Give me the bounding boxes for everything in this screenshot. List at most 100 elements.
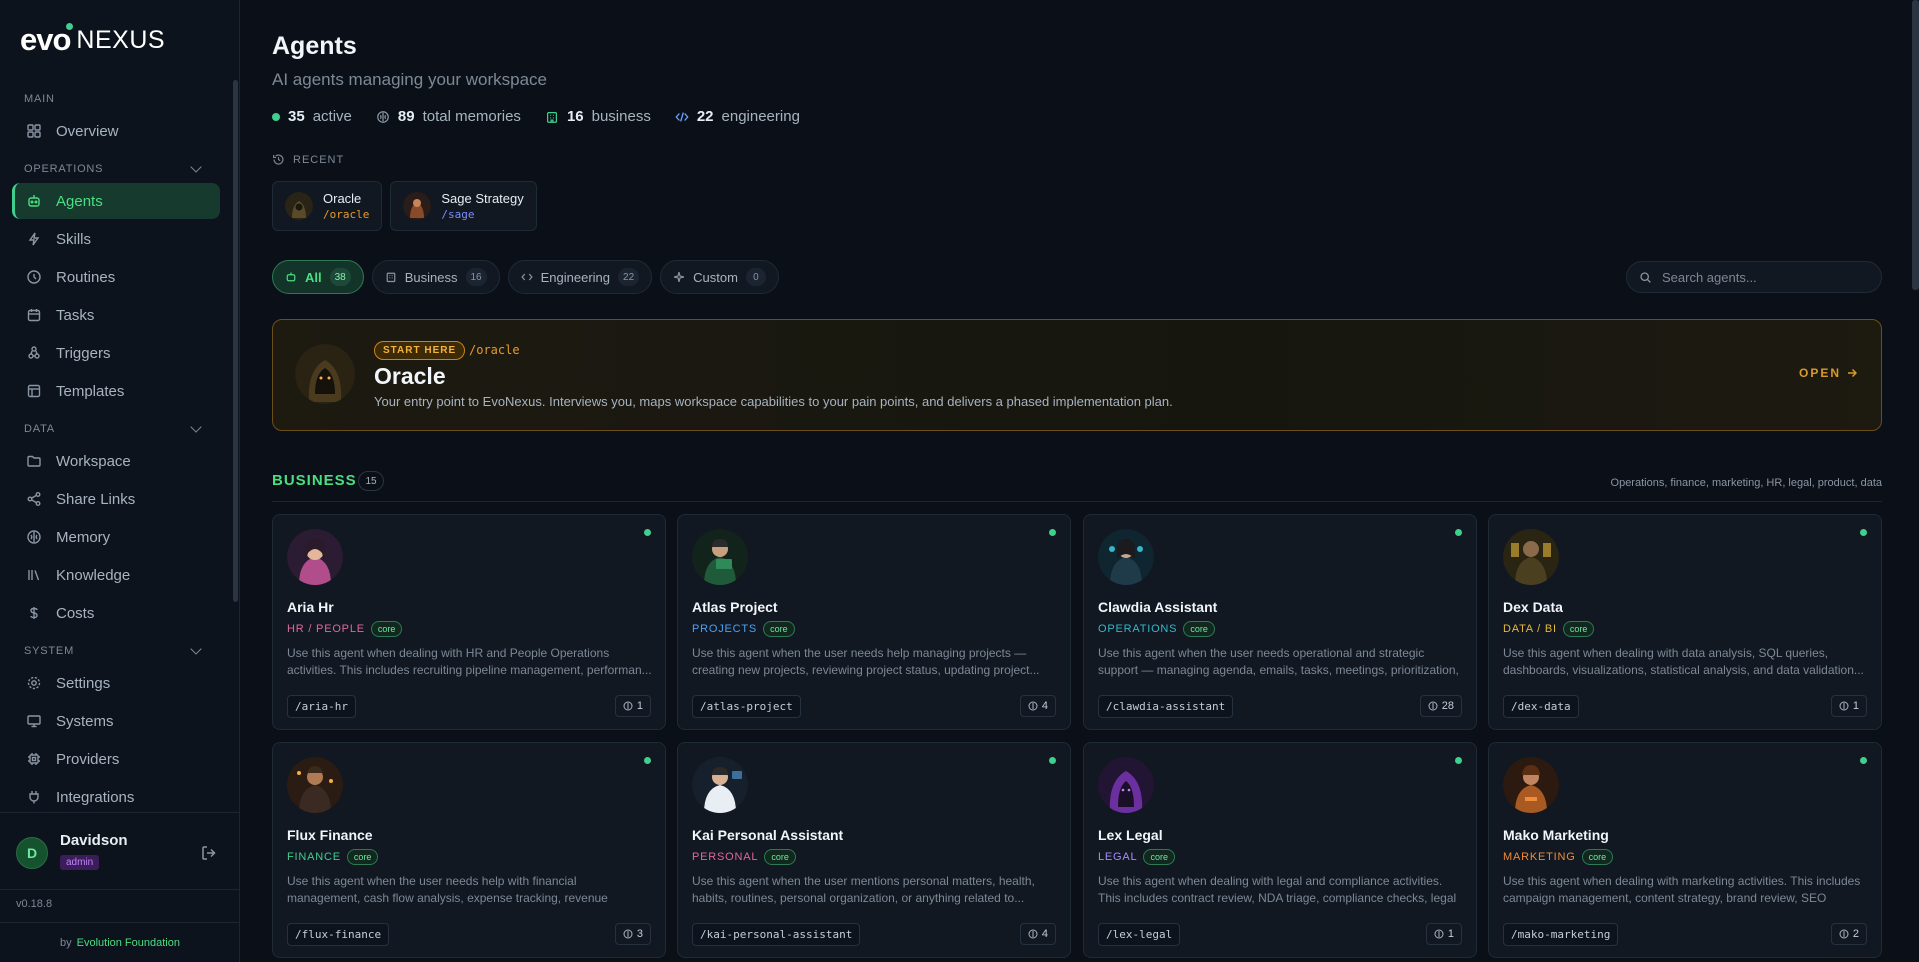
dollar-icon: [30, 607, 38, 619]
agent-card-mako-marketing[interactable]: Mako Marketing MARKETING core Use this a…: [1488, 742, 1882, 958]
bot-icon: [28, 195, 40, 207]
page-subtitle: AI agents managing your workspace: [272, 70, 547, 89]
status-dot-icon: [1049, 529, 1056, 536]
agent-card-dex-data[interactable]: Dex Data DATA / BI core Use this agent w…: [1488, 514, 1882, 730]
recent-card-text: Oracle /oracle: [323, 191, 369, 221]
plug-icon: [29, 791, 39, 804]
sidebar-item-costs[interactable]: Costs: [12, 595, 220, 631]
sidebar-item-memory[interactable]: Memory: [12, 519, 220, 555]
memory-count-value: 1: [1852, 700, 1859, 712]
agent-avatar: [1503, 757, 1559, 813]
recent-card-slug: /sage: [441, 208, 475, 221]
filter-business[interactable]: Business 16: [371, 260, 500, 294]
sidebar-item-label: Tasks: [56, 306, 95, 324]
sidebar-item-settings[interactable]: Settings: [12, 665, 220, 701]
status-dot-icon: [1455, 529, 1462, 536]
sidebar-item-label: Costs: [56, 604, 95, 622]
sidebar-item-skills[interactable]: Skills: [12, 221, 220, 257]
avatar[interactable]: D: [16, 837, 48, 869]
sidebar-item-providers[interactable]: Providers: [12, 741, 220, 777]
filter-engineering[interactable]: Engineering 22: [507, 260, 653, 294]
share-icon: [27, 492, 41, 506]
sidebar-item-templates[interactable]: Templates: [12, 373, 220, 409]
open-button[interactable]: OPEN: [1799, 366, 1857, 380]
agent-tags: FINANCE core: [287, 849, 379, 865]
oracle-avatar: [285, 192, 313, 220]
recent-card-oracle[interactable]: Oracle /oracle: [272, 181, 383, 231]
recent-card-sage[interactable]: Sage Strategy /sage: [390, 181, 537, 231]
filter-all[interactable]: All 38: [272, 260, 364, 294]
logout-icon[interactable]: [200, 844, 218, 862]
sidebar-item-label: Agents: [56, 192, 103, 210]
sidebar-item-routines[interactable]: Routines: [12, 259, 220, 295]
sidebar-item-label: Providers: [56, 750, 120, 768]
agent-card-kai-personal-assistant[interactable]: Kai Personal Assistant PERSONAL core Use…: [677, 742, 1071, 958]
stat-memories-count: 89: [397, 108, 415, 125]
agent-description: Use this agent when dealing with HR and …: [287, 646, 652, 677]
stat-engineering-count: 22: [696, 108, 714, 125]
memory-count-value: 2: [1852, 928, 1859, 940]
open-button-label: OPEN: [1798, 366, 1841, 380]
sidebar-item-label: Integrations: [56, 788, 135, 806]
recent-label: RECENT: [293, 153, 345, 166]
agent-tags: PERSONAL core: [692, 849, 796, 865]
oracle-hero-card[interactable]: START HERE /oracle Oracle Your entry poi…: [272, 319, 1882, 431]
sidebar-item-triggers[interactable]: Triggers: [12, 335, 220, 371]
agent-card-clawdia-assistant[interactable]: Clawdia Assistant OPERATIONS core Use th…: [1083, 514, 1477, 730]
agent-name: Mako Marketing: [1503, 827, 1609, 843]
section-data[interactable]: DATA: [0, 415, 232, 443]
sidebar-item-systems[interactable]: Systems: [12, 703, 220, 739]
sidebar-item-share-links[interactable]: Share Links: [12, 481, 220, 517]
sidebar-item-label: Knowledge: [56, 566, 131, 584]
section-system[interactable]: SYSTEM: [0, 637, 232, 665]
agent-card-aria-hr[interactable]: Aria Hr HR / PEOPLE core Use this agent …: [272, 514, 666, 730]
agent-card-flux-finance[interactable]: Flux Finance FINANCE core Use this agent…: [272, 742, 666, 958]
logo[interactable]: evo NEXUS: [20, 20, 165, 60]
agent-name: Dex Data: [1503, 599, 1563, 615]
agent-tags: HR / PEOPLE core: [287, 621, 403, 637]
chevron-down-icon: [190, 421, 202, 433]
agent-card-atlas-project[interactable]: Atlas Project PROJECTS core Use this age…: [677, 514, 1071, 730]
search-input[interactable]: [1662, 269, 1872, 285]
sidebar-item-overview[interactable]: Overview: [12, 113, 220, 149]
grid-icon: [27, 124, 41, 138]
main-scrollbar[interactable]: [1912, 0, 1919, 290]
status-dot-icon: [644, 529, 651, 536]
cpu-icon: [28, 753, 40, 765]
user-panel: D Davidson admin: [0, 812, 240, 890]
agent-avatar: [287, 757, 343, 813]
memory-count: 1: [1830, 695, 1867, 717]
sidebar-item-integrations[interactable]: Integrations: [12, 779, 220, 813]
agent-slug: /aria-hr: [287, 695, 356, 718]
agent-description: Use this agent when the user mentions pe…: [692, 874, 1035, 905]
search-box[interactable]: [1626, 261, 1882, 293]
stat-business-count: 16: [566, 108, 584, 125]
active-dot-icon: [272, 112, 280, 121]
filter-custom[interactable]: Custom 0: [660, 260, 779, 294]
footer-org-link[interactable]: Evolution Foundation: [77, 937, 180, 949]
recent-card-name: Sage Strategy: [441, 191, 524, 206]
page-title: Agents: [272, 32, 357, 60]
agent-card-lex-legal[interactable]: Lex Legal LEGAL core Use this agent when…: [1083, 742, 1477, 958]
agent-tags: PROJECTS core: [692, 621, 795, 637]
sidebar-item-knowledge[interactable]: Knowledge: [12, 557, 220, 593]
agent-avatar: [1098, 757, 1154, 813]
oracle-avatar: [295, 344, 355, 404]
status-dot-icon: [1860, 757, 1867, 764]
agent-description: Use this agent when the user needs help …: [692, 646, 1040, 677]
search-icon: [1640, 271, 1651, 283]
filter-count: 38: [329, 268, 351, 286]
section-main: MAIN: [0, 85, 232, 113]
sidebar-item-workspace[interactable]: Workspace: [12, 443, 220, 479]
agent-slug: /kai-personal-assistant: [692, 923, 861, 946]
sidebar-item-label: Templates: [56, 382, 125, 400]
sidebar-scrollbar[interactable]: [233, 80, 238, 602]
sidebar-item-tasks[interactable]: Tasks: [12, 297, 220, 333]
sidebar-item-agents[interactable]: Agents: [12, 183, 220, 219]
agent-slug: /atlas-project: [692, 695, 801, 718]
code-icon: [520, 273, 533, 281]
memory-count-value: 1: [636, 700, 643, 712]
logo-nexus: NEXUS: [76, 25, 166, 54]
brain-icon: [623, 701, 633, 711]
section-operations[interactable]: OPERATIONS: [0, 155, 232, 183]
